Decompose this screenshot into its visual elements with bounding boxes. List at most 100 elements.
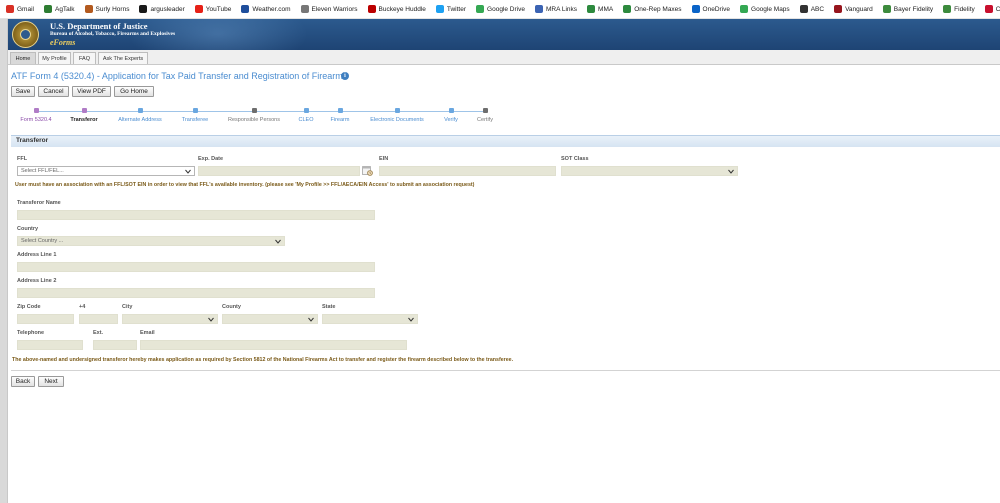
- bookmark-mra-links[interactable]: MRA Links: [534, 5, 578, 13]
- info-icon[interactable]: i: [341, 72, 349, 80]
- cancel-button[interactable]: Cancel: [38, 86, 69, 97]
- back-button[interactable]: Back: [11, 376, 35, 387]
- go-home-button[interactable]: Go Home: [114, 86, 154, 97]
- plus4-label: +4: [79, 304, 86, 310]
- stepper-track: [36, 111, 486, 112]
- step-marker: [81, 108, 87, 113]
- bookmark-label: Fidelity: [954, 5, 975, 13]
- section-title: Transferor: [16, 137, 49, 144]
- bookmark-label: Surly Horns: [95, 5, 130, 13]
- buckeye-huddle-icon: [367, 5, 376, 13]
- bayer-fidelity-icon: [882, 5, 891, 13]
- ein-label: EIN: [379, 156, 389, 162]
- county-select[interactable]: [222, 314, 318, 324]
- chevron-down-icon: [185, 169, 191, 174]
- step-transferee[interactable]: Transferee: [182, 117, 208, 123]
- bookmark-twitter[interactable]: Twitter: [435, 5, 467, 13]
- zip-code-field[interactable]: [17, 314, 74, 324]
- chevron-down-icon: [275, 239, 281, 244]
- bookmark-label: Buckeye Huddle: [378, 5, 426, 13]
- mra-links-icon: [534, 5, 543, 13]
- ffl-select-value: Select FFL/FEL...: [21, 168, 64, 174]
- bookmark-eleven-warriors[interactable]: Eleven Warriors: [300, 5, 358, 13]
- tab-ask-the-experts[interactable]: Ask The Experts: [98, 52, 148, 64]
- country-select[interactable]: Select Country ...: [17, 236, 285, 246]
- calendar-icon[interactable]: [362, 165, 373, 176]
- tab-faq[interactable]: FAQ: [73, 52, 96, 64]
- bookmark-agtalk[interactable]: AgTalk: [43, 5, 75, 13]
- bookmark-label: Google Drive: [487, 5, 525, 13]
- ffl-select[interactable]: Select FFL/FEL...: [17, 166, 195, 176]
- plus4-field[interactable]: [79, 314, 118, 324]
- bookmark-label: Twitter: [446, 5, 467, 13]
- bookmark-youtube[interactable]: YouTube: [194, 5, 232, 13]
- abc-icon: [799, 5, 808, 13]
- chevron-down-icon: [728, 169, 734, 174]
- bookmark-buckeye-huddle[interactable]: Buckeye Huddle: [367, 5, 426, 13]
- step-certify: Certify: [477, 117, 493, 123]
- step-form-5320-4[interactable]: Form 5320.4: [20, 117, 51, 123]
- nav-bar: Home My Profile FAQ Ask The Experts: [8, 50, 1000, 65]
- bookmark-argusleader[interactable]: argusleader: [139, 5, 185, 13]
- ffl-label: FFL: [17, 156, 28, 162]
- bookmark-mma[interactable]: MMA: [587, 5, 613, 13]
- ext-label: Ext.: [93, 330, 104, 336]
- bookmark-surly-horns[interactable]: Surly Horns: [84, 5, 130, 13]
- step-marker: [33, 108, 39, 113]
- next-button[interactable]: Next: [38, 376, 64, 387]
- gmail-icon: [6, 5, 14, 13]
- step-cleo[interactable]: CLEO: [299, 117, 314, 123]
- view-pdf-button[interactable]: View PDF: [72, 86, 111, 97]
- chevron-down-icon: [408, 317, 414, 322]
- transferor-name-field[interactable]: [17, 210, 375, 220]
- youtube-icon: [194, 5, 203, 13]
- weather-icon: [241, 5, 250, 13]
- header-banner: U.S. Department of Justice Bureau of Alc…: [8, 19, 1000, 50]
- address-line-1-field[interactable]: [17, 262, 375, 272]
- bookmark-one-rep-maxes[interactable]: One-Rep Maxes: [623, 5, 682, 13]
- sot-class-select[interactable]: [561, 166, 738, 176]
- department-name: U.S. Department of Justice: [50, 21, 148, 31]
- bookmark-abc[interactable]: ABC: [799, 5, 824, 13]
- step-verify[interactable]: Verify: [444, 117, 458, 123]
- address-line-2-field[interactable]: [17, 288, 375, 298]
- bookmark-weather[interactable]: Weather.com: [241, 5, 291, 13]
- step-marker: [251, 108, 257, 113]
- save-button[interactable]: Save: [11, 86, 35, 97]
- bookmark-bayer-fidelity[interactable]: Bayer Fidelity: [882, 5, 934, 13]
- eforms-logo: eForms: [50, 38, 76, 47]
- bookmark-label: YouTube: [205, 5, 232, 13]
- surly-horns-icon: [84, 5, 93, 13]
- sot-class-label: SOT Class: [561, 156, 589, 162]
- bookmark-onedrive[interactable]: OneDrive: [691, 5, 730, 13]
- tab-my-profile[interactable]: My Profile: [38, 52, 71, 64]
- chevron-down-icon: [208, 317, 214, 322]
- transferor-name-label: Transferor Name: [17, 200, 61, 206]
- bookmark-label: MRA Links: [545, 5, 578, 13]
- bookmark-computershare[interactable]: Computershare: [984, 5, 1000, 13]
- zip-code-label: Zip Code: [17, 304, 41, 310]
- ext-field[interactable]: [93, 340, 137, 350]
- city-select[interactable]: [122, 314, 218, 324]
- bookmark-gmail[interactable]: Gmail: [6, 5, 34, 13]
- fidelity-icon: [943, 5, 952, 13]
- tab-home[interactable]: Home: [10, 52, 36, 64]
- mma-icon: [587, 5, 596, 13]
- bookmark-fidelity[interactable]: Fidelity: [943, 5, 975, 13]
- country-label: Country: [17, 226, 39, 232]
- step-marker: [394, 108, 400, 113]
- bookmark-google-drive[interactable]: Google Drive: [476, 5, 525, 13]
- exp-date-field[interactable]: [198, 166, 360, 176]
- email-field[interactable]: [140, 340, 407, 350]
- step-electronic-documents[interactable]: Electronic Documents: [370, 117, 424, 123]
- section-header: [11, 135, 1000, 147]
- step-alternate-address[interactable]: Alternate Address: [118, 117, 161, 123]
- bookmark-vanguard[interactable]: Vanguard: [834, 5, 873, 13]
- bureau-name: Bureau of Alcohol, Tobacco, Firearms and…: [50, 31, 176, 37]
- telephone-field[interactable]: [17, 340, 83, 350]
- step-firearm[interactable]: Firearm: [331, 117, 350, 123]
- bookmark-label: Bayer Fidelity: [893, 5, 934, 13]
- ein-field[interactable]: [379, 166, 556, 176]
- bookmark-google-maps[interactable]: Google Maps: [740, 5, 790, 13]
- state-select[interactable]: [322, 314, 418, 324]
